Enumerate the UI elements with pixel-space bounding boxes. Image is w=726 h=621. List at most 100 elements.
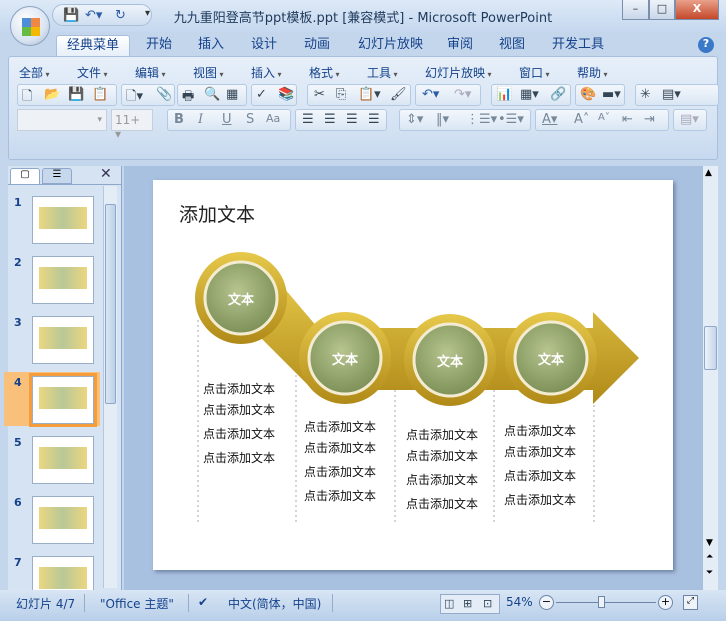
undo-icon[interactable]: ↶▾ (422, 87, 439, 102)
column-text[interactable]: 点击添加文本 (203, 449, 275, 466)
layout-icon[interactable]: ▤▾ (662, 87, 681, 102)
change-case-button[interactable]: Aa (266, 112, 280, 125)
column-text[interactable]: 点击添加文本 (203, 425, 275, 442)
grid-icon[interactable]: ▦ (226, 87, 238, 102)
circle-label[interactable]: 文本 (420, 351, 480, 370)
increase-indent-icon[interactable]: ⇥ (644, 112, 655, 127)
slide-thumbnail[interactable] (29, 373, 97, 427)
maximize-button[interactable]: □ (649, 0, 675, 20)
column-text[interactable]: 点击添加文本 (203, 401, 275, 418)
bold-button[interactable]: B (174, 112, 184, 127)
menu-help[interactable]: 帮助 (577, 64, 608, 81)
align-center-icon[interactable]: ☰ (324, 112, 336, 127)
column-text[interactable]: 点击添加文本 (504, 467, 576, 484)
align-right-icon[interactable]: ☰ (346, 112, 358, 127)
italic-button[interactable]: I (198, 112, 203, 127)
circle-label[interactable]: 文本 (521, 349, 581, 368)
color-scheme-icon[interactable]: 🎨 (580, 87, 596, 102)
circle-label[interactable]: 文本 (211, 289, 271, 308)
numbering-icon[interactable]: ⋮☰▾ (466, 112, 497, 127)
new-icon[interactable]: 🗋 (22, 87, 32, 109)
slide-thumbnail[interactable] (32, 436, 94, 484)
column-text[interactable]: 点击添加文本 (203, 380, 275, 397)
scroll-up-icon[interactable]: ▲ (705, 168, 712, 178)
menu-insert[interactable]: 插入 (251, 64, 282, 81)
column-text[interactable]: 点击添加文本 (504, 422, 576, 439)
decrease-indent-icon[interactable]: ⇤ (622, 112, 633, 127)
scroll-down-icon[interactable]: ▼ (706, 538, 713, 548)
slide-thumbnail[interactable] (32, 196, 94, 244)
spelling-icon[interactable]: ✓ (256, 87, 267, 102)
slide-thumbnail[interactable] (32, 496, 94, 544)
column-text[interactable]: 点击添加文本 (304, 418, 376, 435)
previous-slide-icon[interactable]: ⏶ (706, 552, 713, 562)
column-text[interactable]: 点击添加文本 (504, 491, 576, 508)
language[interactable]: 中文(简体，中国) (228, 595, 321, 612)
new-slide-icon[interactable]: ✳ (640, 87, 651, 102)
tab-home[interactable]: 开始 (136, 35, 182, 57)
slides-tab[interactable]: ▢ (10, 168, 40, 184)
tab-animation[interactable]: 动画 (294, 35, 340, 57)
next-slide-icon[interactable]: ⏷ (706, 568, 713, 578)
column-text[interactable]: 点击添加文本 (304, 439, 376, 456)
chart-icon[interactable]: 📊 (496, 87, 512, 102)
text-direction-icon[interactable]: ⇕▾ (406, 112, 423, 127)
column-text[interactable]: 点击添加文本 (406, 495, 478, 512)
shrink-font-icon[interactable]: A˅ (598, 112, 610, 123)
menu-slideshow[interactable]: 幻灯片放映 (425, 64, 492, 81)
menu-file[interactable]: 文件 (77, 64, 108, 81)
thumbnail-scroll-thumb[interactable] (105, 204, 116, 404)
circle-label[interactable]: 文本 (315, 349, 375, 368)
customize-qat-icon[interactable]: ▾ (145, 8, 150, 19)
outline-tab[interactable]: ☰ (42, 168, 72, 184)
fit-to-window-icon[interactable]: ⤢ (683, 595, 698, 610)
tab-design[interactable]: 设计 (241, 35, 287, 57)
print-preview-icon[interactable]: 🔍 (204, 87, 220, 102)
menu-tools[interactable]: 工具 (367, 64, 398, 81)
column-text[interactable]: 点击添加文本 (304, 463, 376, 480)
slide-thumbnail[interactable] (32, 316, 94, 364)
save-icon[interactable]: 💾 (68, 87, 84, 102)
underline-button[interactable]: U (222, 112, 232, 127)
font-color-icon[interactable]: A▾ (542, 112, 557, 127)
line-spacing-icon[interactable]: ‖▾ (436, 112, 449, 127)
save-icon[interactable]: 💾 (63, 8, 79, 23)
menu-format[interactable]: 格式 (309, 64, 340, 81)
column-text[interactable]: 点击添加文本 (406, 471, 478, 488)
spell-check-icon[interactable]: ✔ (198, 595, 208, 609)
table-icon[interactable]: ▦▾ (520, 87, 539, 102)
email-icon[interactable]: 🗋▾ (126, 87, 143, 109)
grayscale-icon[interactable]: ▬▾ (602, 87, 621, 102)
grow-font-icon[interactable]: A˄ (574, 112, 589, 127)
zoom-slider-thumb[interactable] (598, 596, 605, 608)
help-icon[interactable]: ? (698, 37, 714, 53)
bullets-icon[interactable]: •☰▾ (498, 112, 524, 127)
tab-view[interactable]: 视图 (489, 35, 535, 57)
font-size-select[interactable]: 11+ ▾ (111, 109, 153, 141)
slide-thumbnail[interactable] (32, 256, 94, 304)
close-button[interactable]: X (675, 0, 719, 20)
tab-developer[interactable]: 开发工具 (542, 35, 614, 57)
menu-all[interactable]: 全部 (19, 64, 50, 81)
menu-window[interactable]: 窗口 (519, 64, 550, 81)
paste-icon[interactable]: 📋▾ (358, 87, 381, 102)
slide-sorter-icon[interactable]: ⊞ (463, 597, 472, 610)
slideshow-icon[interactable]: ⊡ (483, 597, 492, 610)
column-text[interactable]: 点击添加文本 (504, 443, 576, 460)
thumbnail-scrollbar[interactable] (103, 186, 117, 588)
editor-vertical-scrollbar[interactable]: ▲ ▼ ⏶ ⏷ (702, 166, 718, 590)
column-text[interactable]: 点击添加文本 (304, 487, 376, 504)
close-pane-button[interactable]: ✕ (100, 166, 112, 182)
zoom-out-button[interactable]: − (539, 595, 554, 610)
undo-icon[interactable]: ↶▾ (85, 8, 102, 23)
copy-icon[interactable]: ⎘ (336, 87, 346, 102)
format-painter-icon[interactable]: 🖌 (390, 87, 407, 102)
print-icon[interactable]: 🖶 (182, 87, 194, 109)
column-text[interactable]: 点击添加文本 (406, 447, 478, 464)
column-text[interactable]: 点击添加文本 (406, 426, 478, 443)
menu-edit[interactable]: 编辑 (135, 64, 166, 81)
font-name-select[interactable]: ▾ (17, 109, 107, 131)
office-button[interactable] (10, 6, 50, 46)
justify-icon[interactable]: ☰ (368, 112, 380, 127)
zoom-in-button[interactable]: + (658, 595, 673, 610)
